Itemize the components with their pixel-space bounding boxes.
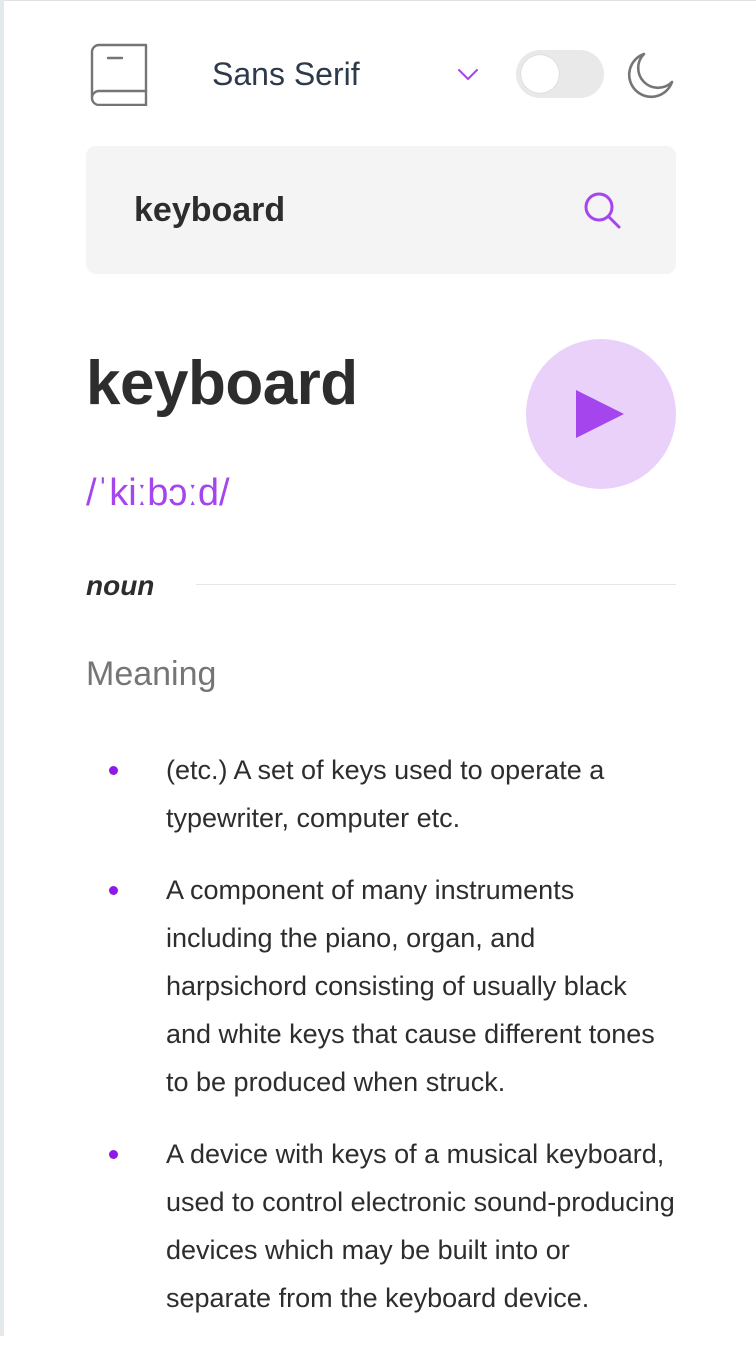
moon-icon[interactable] [624,50,676,102]
window-left-border [0,0,4,1336]
theme-toggle[interactable] [516,50,604,98]
bullet-dot [109,1150,118,1159]
search-icon[interactable] [582,190,622,230]
part-of-speech-row: noun [86,566,676,606]
word-title: keyboard [86,349,358,418]
definition-item: A device with keys of a musical keyboard… [86,1130,676,1322]
bullet-dot [109,886,118,895]
theme-toggle-knob [521,55,559,93]
font-family-dropdown[interactable]: Sans Serif [212,54,480,94]
font-family-selected: Sans Serif [212,56,360,92]
chevron-down-icon [458,69,478,80]
definition-item: (etc.) A set of keys used to operate a t… [86,746,676,842]
part-of-speech: noun [86,570,155,601]
app-header: Sans Serif [86,40,676,108]
definition-text: A component of many instruments includin… [166,875,655,1097]
definition-text: A device with keys of a musical keyboard… [166,1139,675,1313]
book-icon [90,43,148,106]
play-pronunciation-button[interactable] [526,339,676,489]
divider [196,584,676,585]
definition-item: A component of many instruments includin… [86,866,676,1106]
search-input[interactable] [134,176,574,244]
window-top-border [0,0,756,1]
meaning-heading: Meaning [86,655,217,693]
word-phonetic: /ˈkiːbɔːd/ [86,472,230,514]
search-bar [86,146,676,274]
definition-list: (etc.) A set of keys used to operate a t… [86,746,676,1346]
definition-text: (etc.) A set of keys used to operate a t… [166,755,605,833]
play-icon [576,390,624,438]
bullet-dot [109,766,118,775]
